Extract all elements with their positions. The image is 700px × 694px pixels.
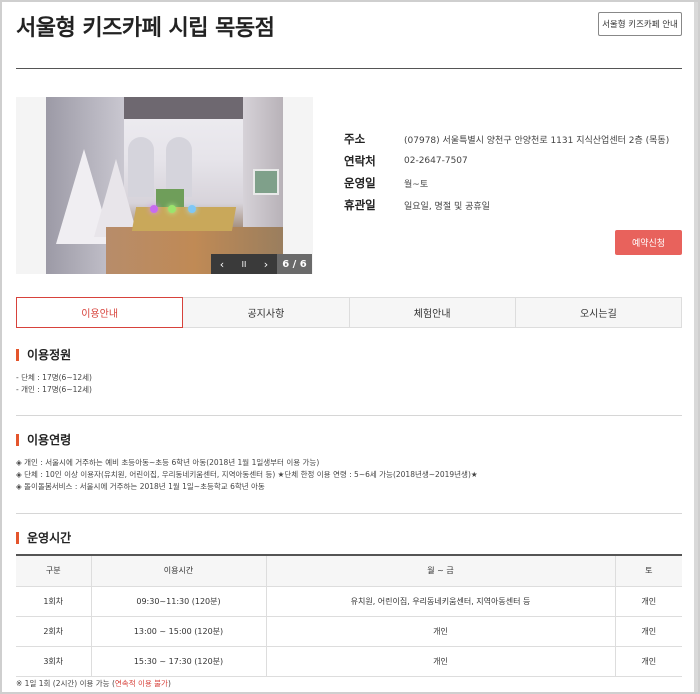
- kids-cafe-info-button[interactable]: 서울형 키즈카페 안내: [598, 12, 682, 36]
- age-line: ◈ 개인 : 서울시에 거주하는 예비 초등아동~초등 6학년 아동(2018년…: [16, 458, 320, 467]
- phone-value: 02-2647-7507: [404, 156, 468, 166]
- phone-row: 연락처 02-2647-7507: [344, 150, 669, 172]
- table-cell: 개인: [614, 616, 682, 647]
- note-suffix: ): [167, 679, 171, 688]
- section-divider: [16, 513, 682, 514]
- closed-days-row: 휴관일 일요일, 명절 및 공휴일: [344, 194, 669, 216]
- hours-note: ※ 1일 1회 (2시간) 이용 가능 (연속적 이용 불가): [16, 678, 171, 689]
- title-divider: [16, 68, 682, 69]
- table-row: 3회차 15:30 ~ 17:30 (120분) 개인 개인: [16, 646, 682, 677]
- tab-usage-guide[interactable]: 이용안내: [16, 297, 184, 328]
- next-icon[interactable]: ›: [255, 254, 277, 274]
- open-days-row: 운영일 월~토: [344, 172, 669, 194]
- address-row: 주소 (07978) 서울특별시 양천구 안양천로 1131 지식산업센터 2층…: [344, 128, 669, 150]
- note-prefix: ※ 1일 1회 (2시간) 이용 가능 (: [16, 679, 115, 688]
- table-cell: 유치원, 어린이집, 우리동네키움센터, 지역아동센터 등: [265, 586, 615, 617]
- tab-directions[interactable]: 오시는길: [515, 297, 682, 328]
- heading-bar: [16, 531, 19, 544]
- open-days-label: 운영일: [344, 176, 376, 190]
- capacity-heading-text: 이용정원: [27, 348, 72, 362]
- hours-heading-text: 운영시간: [27, 531, 72, 545]
- column-header: 구분: [16, 554, 91, 587]
- table-cell: 2회차: [16, 616, 91, 647]
- table-cell: 09:30~11:30 (120분): [90, 586, 266, 617]
- heading-bar: [16, 348, 19, 361]
- table-cell: 개인: [265, 646, 615, 677]
- note-warning: 연속적 이용 불가: [114, 679, 168, 688]
- table-row: 2회차 13:00 ~ 15:00 (120분) 개인 개인: [16, 616, 682, 647]
- column-header: 월 ~ 금: [265, 554, 615, 587]
- tab-experience[interactable]: 체험안내: [349, 297, 516, 328]
- table-header-row: 구분 이용시간 월 ~ 금 토: [16, 554, 682, 587]
- section-divider: [16, 415, 682, 416]
- table-cell: 1회차: [16, 586, 91, 617]
- hours-heading: 운영시간: [16, 529, 71, 546]
- photo-gallery: [16, 97, 313, 274]
- page-title: 서울형 키즈카페 시립 목동점: [16, 16, 275, 41]
- capacity-line: - 개인 : 17명(6~12세): [16, 385, 92, 394]
- table-cell: 개인: [614, 586, 682, 617]
- column-header: 토: [614, 554, 682, 587]
- gallery-photo: [46, 97, 283, 274]
- capacity-heading: 이용정원: [16, 346, 71, 363]
- column-header: 이용시간: [90, 554, 266, 587]
- hours-table: 구분 이용시간 월 ~ 금 토 1회차 09:30~11:30 (120분) 유…: [16, 554, 682, 677]
- gallery-controls: ‹ II › 6 / 6: [211, 254, 312, 274]
- reserve-button[interactable]: 예약신청: [615, 230, 682, 255]
- open-days-value: 월~토: [404, 179, 429, 190]
- table-cell: 15:30 ~ 17:30 (120분): [90, 646, 266, 677]
- age-line: ◈ 돌이돌봄서비스 : 서울시에 거주하는 2018년 1월 1일~초등학교 6…: [16, 482, 265, 491]
- table-cell: 13:00 ~ 15:00 (120분): [90, 616, 266, 647]
- phone-label: 연락처: [344, 154, 376, 168]
- gallery-counter: 6 / 6: [277, 254, 312, 274]
- prev-icon[interactable]: ‹: [211, 254, 233, 274]
- age-heading-text: 이용연령: [27, 433, 72, 447]
- table-cell: 개인: [614, 646, 682, 677]
- tab-bar: 이용안내 공지사항 체험안내 오시는길: [16, 297, 682, 328]
- table-cell: 개인: [265, 616, 615, 647]
- pause-icon[interactable]: II: [233, 254, 255, 274]
- closed-days-value: 일요일, 명절 및 공휴일: [404, 201, 490, 212]
- table-cell: 3회차: [16, 646, 91, 677]
- address-value: (07978) 서울특별시 양천구 안양천로 1131 지식산업센터 2층 (목…: [404, 135, 670, 146]
- tab-notices[interactable]: 공지사항: [183, 297, 350, 328]
- heading-bar: [16, 433, 19, 446]
- closed-days-label: 휴관일: [344, 198, 376, 212]
- facility-info: 주소 (07978) 서울특별시 양천구 안양천로 1131 지식산업센터 2층…: [344, 128, 669, 216]
- age-line: ◈ 단체 : 10인 이상 이용자(유치원, 어린이집, 우리동네키움센터, 지…: [16, 470, 478, 479]
- age-heading: 이용연령: [16, 431, 71, 448]
- capacity-line: - 단체 : 17명(6~12세): [16, 373, 92, 382]
- address-label: 주소: [344, 132, 366, 146]
- table-row: 1회차 09:30~11:30 (120분) 유치원, 어린이집, 우리동네키움…: [16, 586, 682, 617]
